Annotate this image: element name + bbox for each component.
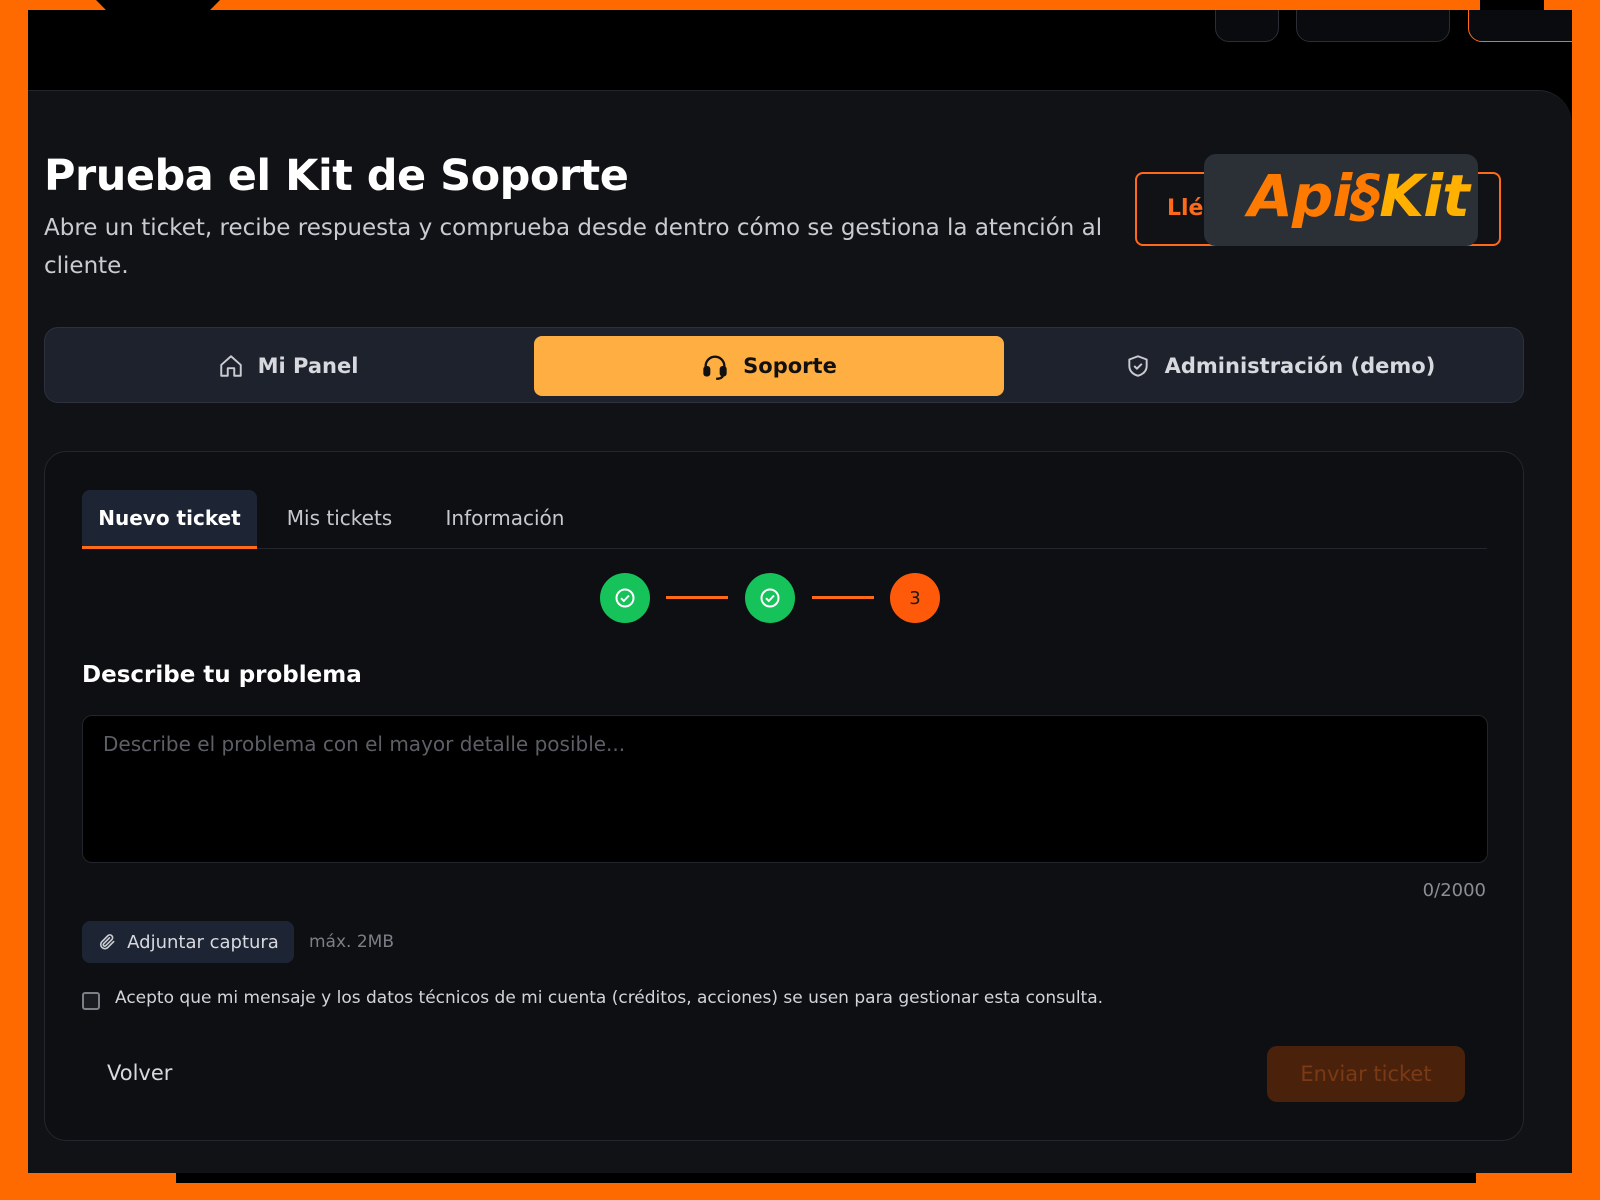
step-connector bbox=[812, 596, 874, 599]
paperclip-icon bbox=[100, 934, 115, 950]
check-icon bbox=[615, 588, 635, 608]
headset-icon bbox=[703, 355, 727, 380]
logo-text-api: Api bbox=[1248, 162, 1352, 230]
submit-ticket-button[interactable]: Enviar ticket bbox=[1267, 1046, 1465, 1102]
apikit-logo: Api§Kit bbox=[1204, 154, 1478, 246]
main-panel: Prueba el Kit de Soporte Abre un ticket,… bbox=[28, 90, 1572, 1173]
nav-item-label: Soporte bbox=[743, 354, 837, 378]
tab-mis-tickets[interactable]: Mis tickets bbox=[272, 490, 407, 546]
frame-notch bbox=[176, 1173, 1476, 1183]
frame-notch bbox=[1480, 0, 1544, 10]
logo-wordmark: Api§Kit bbox=[1248, 162, 1470, 230]
nav-item-label: Administración (demo) bbox=[1164, 354, 1436, 378]
logo-swirl-icon: § bbox=[1351, 162, 1380, 230]
description-label: Describe tu problema bbox=[82, 662, 362, 688]
home-icon bbox=[219, 355, 242, 377]
ticket-card: Nuevo ticket Mis tickets Información 3 D… bbox=[44, 451, 1524, 1141]
consent-checkbox[interactable] bbox=[82, 992, 100, 1010]
description-textarea[interactable] bbox=[82, 715, 1488, 863]
nav-item-administracion[interactable]: Administración (demo) bbox=[1045, 336, 1515, 396]
top-icon-button[interactable] bbox=[1215, 10, 1279, 42]
page-title: Prueba el Kit de Soporte bbox=[44, 151, 629, 201]
ticket-tabs: Nuevo ticket Mis tickets Información bbox=[82, 490, 1487, 549]
nav-item-soporte[interactable]: Soporte bbox=[534, 336, 1004, 396]
attach-screenshot-button[interactable]: Adjuntar captura bbox=[82, 921, 294, 963]
consent-text: Acepto que mi mensaje y los datos técnic… bbox=[115, 988, 1104, 1008]
nav-item-label: Mi Panel bbox=[257, 354, 359, 378]
character-counter: 0/2000 bbox=[1422, 880, 1486, 901]
nav-item-mi-panel[interactable]: Mi Panel bbox=[53, 336, 523, 396]
main-nav: Mi Panel Soporte Administración (demo) bbox=[44, 327, 1524, 403]
tab-nuevo-ticket[interactable]: Nuevo ticket bbox=[82, 490, 257, 549]
frame-notch bbox=[96, 0, 220, 10]
logo-text-kit: Kit bbox=[1379, 162, 1470, 230]
step-2-done bbox=[745, 573, 795, 623]
check-icon bbox=[760, 588, 780, 608]
shield-icon bbox=[1127, 355, 1148, 377]
back-button[interactable]: Volver bbox=[107, 1061, 172, 1085]
tab-informacion[interactable]: Información bbox=[430, 490, 580, 546]
app-screen: Prueba el Kit de Soporte Abre un ticket,… bbox=[28, 10, 1572, 1173]
top-cta-button[interactable] bbox=[1468, 10, 1572, 42]
max-size-hint: máx. 2MB bbox=[309, 932, 394, 952]
step-1-done bbox=[600, 573, 650, 623]
page-subtitle: Abre un ticket, recibe respuesta y compr… bbox=[44, 215, 1103, 279]
step-connector bbox=[666, 596, 728, 599]
top-account-button[interactable] bbox=[1296, 10, 1450, 42]
attach-button-label: Adjuntar captura bbox=[127, 931, 279, 953]
step-3-current: 3 bbox=[890, 573, 940, 623]
top-bar bbox=[28, 10, 1572, 90]
